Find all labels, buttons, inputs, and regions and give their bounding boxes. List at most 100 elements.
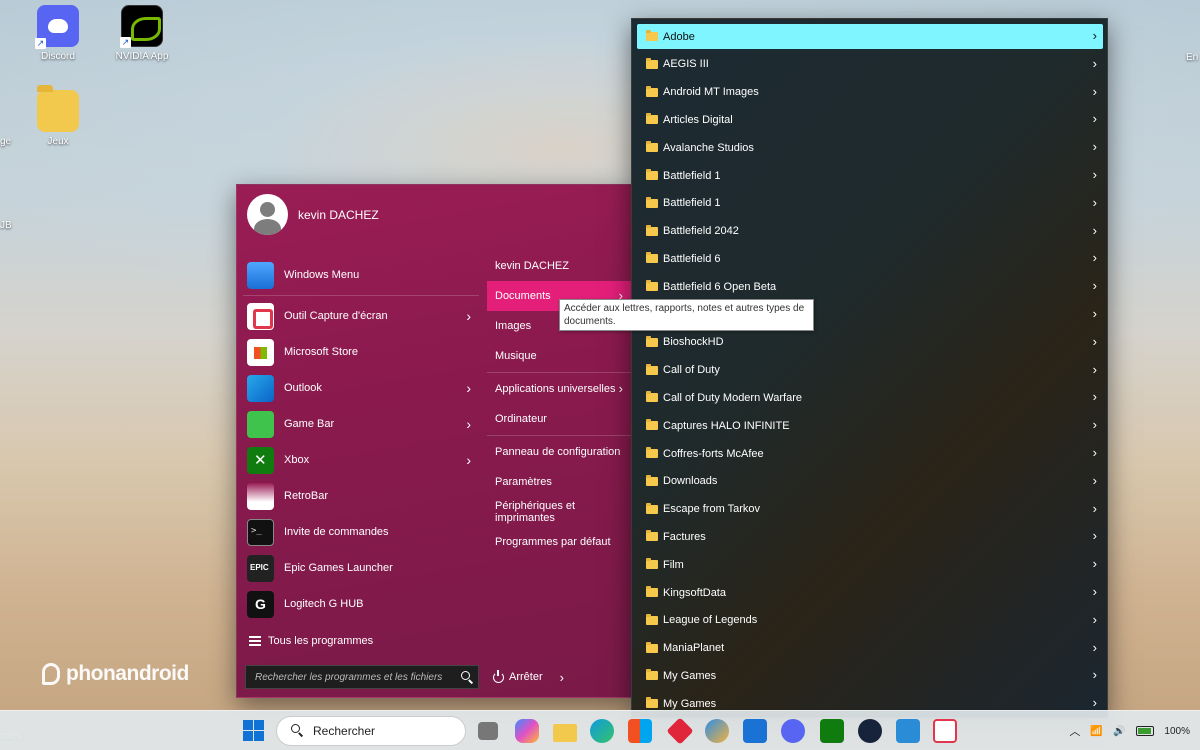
chevron-right-icon[interactable]: ›	[560, 670, 564, 685]
folder-item[interactable]: Call of Duty Modern Warfare ›	[637, 385, 1103, 410]
folder-item[interactable]: Downloads ›	[637, 469, 1103, 494]
battery-icon[interactable]	[1136, 726, 1155, 736]
documents-tooltip: Accéder aux lettres, rapports, notes et …	[559, 299, 814, 331]
app-microsoft-store[interactable]: Microsoft Store	[237, 334, 479, 370]
chevron-right-icon: ›	[1092, 639, 1097, 655]
chevron-right-icon: ›	[1092, 139, 1097, 155]
folder-item[interactable]: Battlefield 2042 ›	[637, 219, 1103, 244]
chevron-up-icon[interactable]: ︿	[1069, 723, 1080, 739]
taskbar-search-label: Rechercher	[313, 724, 376, 738]
place-user-folder[interactable]: kevin DACHEZ	[487, 251, 631, 281]
place-control-panel[interactable]: Panneau de configuration	[487, 437, 631, 467]
app-windows-menu[interactable]: Windows Menu	[237, 257, 479, 293]
system-tray: ︿ 📶 🔊 100%	[1069, 723, 1190, 739]
folder-item[interactable]: Avalanche Studios ›	[637, 135, 1103, 160]
edge-icon[interactable]	[590, 719, 614, 743]
start-menu: kevin DACHEZ Windows Menu Outil Capture …	[236, 184, 634, 698]
folder-item[interactable]: Escape from Tarkov ›	[637, 497, 1103, 522]
discord-icon[interactable]	[781, 719, 805, 743]
folder-item[interactable]: Coffres-forts McAfee ›	[637, 441, 1103, 466]
place-default-programs[interactable]: Programmes par défaut	[487, 527, 631, 557]
place-computer[interactable]: Ordinateur	[487, 404, 631, 434]
folder-item[interactable]: Captures HALO INFINITE ›	[637, 413, 1103, 438]
place-devices-printers[interactable]: Périphériques et imprimantes	[487, 497, 631, 527]
snipping-tool-icon[interactable]	[933, 719, 957, 743]
folder-item[interactable]: Battlefield 6 ›	[637, 246, 1103, 271]
all-programs-button[interactable]: Tous les programmes	[249, 635, 373, 647]
outlook-icon[interactable]	[743, 719, 767, 743]
folder-label: Film	[663, 558, 684, 571]
app-game-bar[interactable]: Game Bar ›	[237, 406, 479, 442]
desktop-edge-label: JB	[0, 220, 12, 231]
app-icon-red[interactable]	[666, 717, 694, 745]
folder-item[interactable]: My Games ›	[637, 663, 1103, 688]
place-settings[interactable]: Paramètres	[487, 467, 631, 497]
xbox-icon	[247, 446, 274, 474]
microsoft-store-icon[interactable]	[628, 719, 652, 743]
volume-icon[interactable]: 🔊	[1113, 726, 1126, 737]
app-outlook[interactable]: Outlook ›	[237, 370, 479, 406]
app-epic-games[interactable]: Epic Games Launcher	[237, 550, 479, 586]
folder-label: AEGIS III	[663, 58, 709, 71]
taskbar-search[interactable]: Rechercher	[276, 716, 466, 746]
folder-item[interactable]: KingsoftData ›	[637, 580, 1103, 605]
folder-label: League of Legends	[663, 614, 758, 627]
epic-games-icon	[247, 554, 274, 582]
app-xbox[interactable]: Xbox ›	[237, 442, 479, 478]
app-icon-globe[interactable]	[705, 719, 729, 743]
phonandroid-logo-icon	[42, 663, 60, 685]
file-explorer-icon[interactable]	[553, 724, 577, 742]
steam-icon[interactable]	[858, 719, 882, 743]
xbox-icon[interactable]	[820, 719, 844, 743]
folder-item[interactable]: Factures ›	[637, 524, 1103, 549]
desktop-icon-discord[interactable]: ↗ Discord	[23, 5, 93, 62]
folder-item[interactable]: Battlefield 1 ›	[637, 163, 1103, 188]
place-label: Panneau de configuration	[495, 446, 621, 458]
start-search-box[interactable]	[245, 665, 479, 689]
chevron-right-icon: ›	[466, 380, 471, 396]
desktop-icon-jeux[interactable]: Jeux	[23, 85, 93, 147]
task-view-icon[interactable]	[478, 722, 498, 740]
places-column: kevin DACHEZ Documents › Images Musique A…	[487, 251, 635, 557]
battery-percent: 100%	[1164, 725, 1190, 737]
chevron-right-icon: ›	[1092, 28, 1097, 43]
app-retrobar[interactable]: RetroBar	[237, 478, 479, 514]
folder-item[interactable]: ManiaPlanet ›	[637, 636, 1103, 661]
folder-item[interactable]: AEGIS III ›	[637, 52, 1103, 77]
app-snipping-tool[interactable]: Outil Capture d'écran ›	[237, 298, 479, 334]
app-command-prompt[interactable]: Invite de commandes	[237, 514, 479, 550]
folder-label: Battlefield 1	[663, 169, 721, 182]
app-label: Xbox	[284, 454, 310, 466]
folder-item[interactable]: Battlefield 1 ›	[637, 191, 1103, 216]
desktop-icon-nvidia[interactable]: ↗ NVIDIA App	[107, 5, 177, 62]
windows-logo-icon	[243, 720, 253, 730]
app-icon-blue[interactable]	[896, 719, 920, 743]
app-logitech-ghub[interactable]: Logitech G HUB	[237, 586, 479, 622]
user-header[interactable]: kevin DACHEZ	[247, 194, 379, 235]
avatar[interactable]	[247, 194, 288, 235]
snipping-tool-icon	[247, 302, 274, 330]
copilot-icon[interactable]	[515, 719, 539, 743]
folder-item[interactable]: BioshockHD ›	[637, 330, 1103, 355]
folder-item[interactable]: League of Legends ›	[637, 608, 1103, 633]
wifi-icon[interactable]: 📶	[1090, 726, 1103, 737]
start-button[interactable]	[242, 719, 266, 743]
folder-item[interactable]: Call of Duty ›	[637, 358, 1103, 383]
place-music[interactable]: Musique	[487, 341, 631, 371]
folder-item[interactable]: Articles Digital ›	[637, 107, 1103, 132]
folder-label: Escape from Tarkov	[663, 503, 761, 516]
folder-item[interactable]: Film ›	[637, 552, 1103, 577]
search-input[interactable]	[255, 671, 456, 683]
windows-logo-icon	[254, 720, 264, 730]
folder-icon	[37, 85, 79, 132]
shutdown-button[interactable]: Arrêter ›	[493, 665, 564, 689]
folder-item[interactable]: Android MT Images ›	[637, 80, 1103, 105]
folder-label: KingsoftData	[663, 586, 726, 599]
place-universal-apps[interactable]: Applications universelles ›	[487, 374, 631, 404]
folder-label: Downloads	[663, 475, 718, 488]
search-icon[interactable]	[456, 666, 478, 688]
folder-item[interactable]: Battlefield 6 Open Beta ›	[637, 274, 1103, 299]
folder-item[interactable]: Adobe ›	[637, 24, 1103, 49]
folder-icon	[646, 30, 658, 41]
chevron-right-icon: ›	[1092, 222, 1097, 238]
